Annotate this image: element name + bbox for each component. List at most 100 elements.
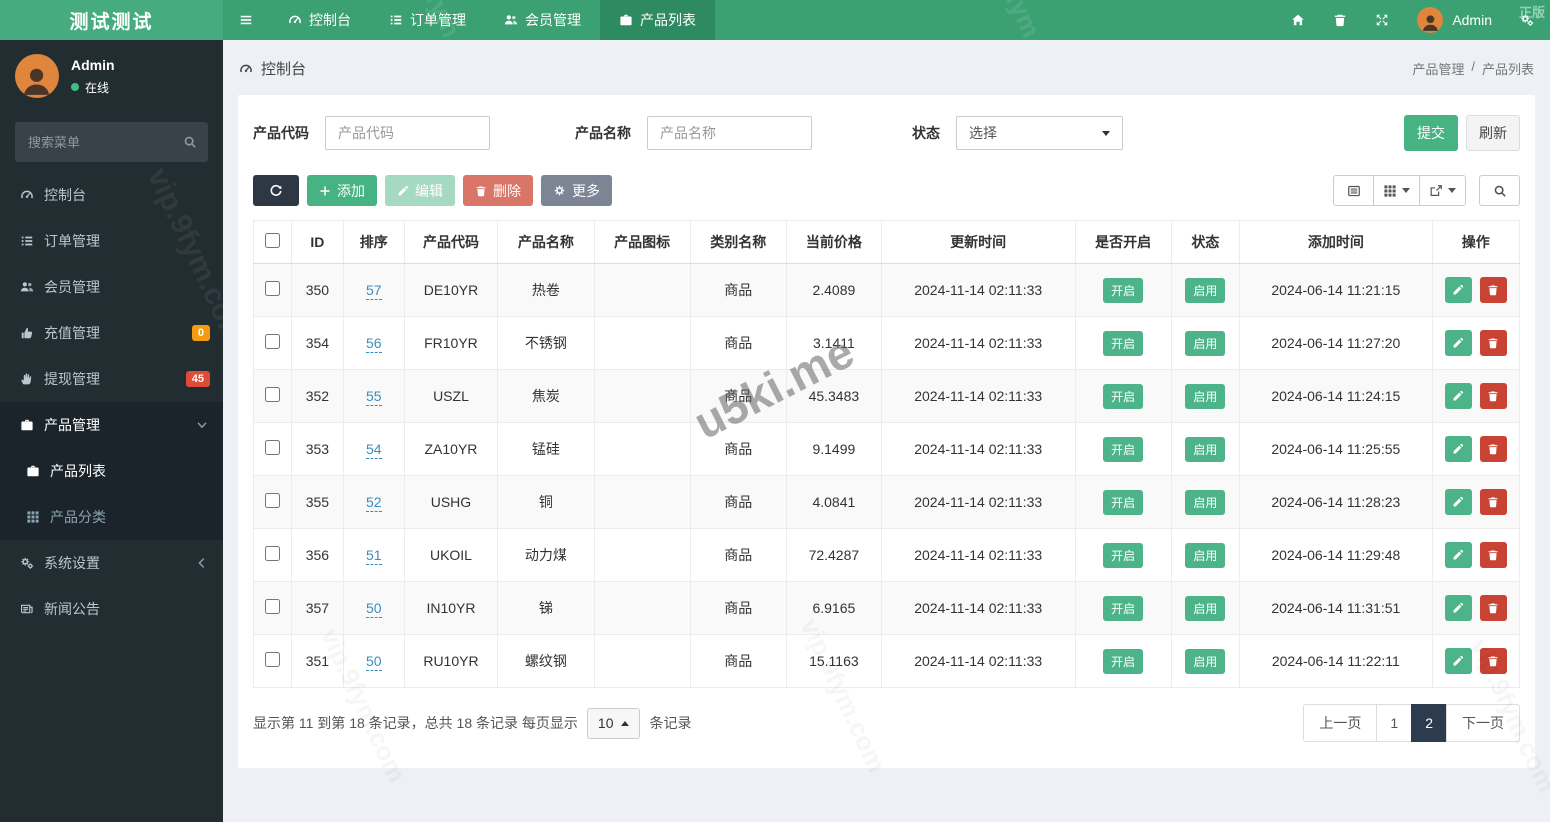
sort-link[interactable]: 56: [365, 335, 382, 353]
columns-button[interactable]: [1373, 175, 1420, 206]
column-header[interactable]: 类别名称: [689, 220, 787, 264]
row-checkbox[interactable]: [264, 440, 280, 455]
fullscreen-button[interactable]: [1361, 0, 1403, 40]
delete-button[interactable]: 删除: [463, 175, 533, 206]
row-checkbox[interactable]: [264, 334, 280, 349]
submit-button[interactable]: 提交: [1404, 115, 1458, 151]
sidebar-item[interactable]: 产品管理: [0, 402, 223, 448]
next-page-button[interactable]: 下一页: [1446, 704, 1520, 742]
breadcrumb-item[interactable]: 产品列表: [1482, 59, 1534, 78]
pencil-icon: [1452, 443, 1464, 455]
sort-link[interactable]: 51: [365, 547, 382, 565]
top-nav-item[interactable]: 会员管理: [485, 0, 600, 40]
column-header[interactable]: 产品代码: [403, 220, 499, 264]
edit-row-button[interactable]: [1444, 436, 1472, 462]
sidebar-toggle-button[interactable]: [223, 0, 269, 40]
sort-link[interactable]: 52: [365, 494, 382, 512]
sort-link[interactable]: 50: [365, 600, 382, 618]
column-header[interactable]: 操作: [1431, 220, 1521, 264]
delete-row-button[interactable]: [1479, 277, 1507, 303]
row-checkbox[interactable]: [264, 387, 280, 402]
edit-button[interactable]: 编辑: [385, 175, 455, 206]
sidebar-item[interactable]: 订单管理: [0, 218, 223, 264]
column-header[interactable]: 是否开启: [1074, 220, 1172, 264]
delete-row-button[interactable]: [1479, 595, 1507, 621]
edit-row-button[interactable]: [1444, 542, 1472, 568]
sidebar-menu: 控制台 订单管理 会员管理 充值管理 0 提现管理 45 产品管理 产品列表 产…: [0, 172, 223, 632]
select-all-checkbox[interactable]: [264, 233, 280, 248]
home-button[interactable]: [1277, 0, 1319, 40]
row-checkbox[interactable]: [264, 652, 280, 667]
export-button[interactable]: [1419, 175, 1466, 206]
sort-link[interactable]: 54: [365, 441, 382, 459]
delete-row-button[interactable]: [1479, 436, 1507, 462]
top-nav-item[interactable]: 控制台: [269, 0, 370, 40]
row-checkbox[interactable]: [264, 281, 280, 296]
sidebar-item[interactable]: 产品分类: [0, 494, 223, 540]
sidebar-item[interactable]: 系统设置: [0, 540, 223, 586]
sort-link[interactable]: 57: [365, 282, 382, 300]
sidebar-item[interactable]: 充值管理 0: [0, 310, 223, 356]
sidebar-item[interactable]: 提现管理 45: [0, 356, 223, 402]
top-nav-item[interactable]: 订单管理: [370, 0, 485, 40]
table-search-button[interactable]: [1479, 175, 1520, 206]
status-badge: 启用: [1185, 489, 1226, 515]
column-header[interactable]: 产品名称: [497, 220, 595, 264]
column-header[interactable]: 添加时间: [1239, 220, 1433, 264]
page-button-2[interactable]: 2: [1411, 704, 1447, 742]
edit-row-button[interactable]: [1444, 330, 1472, 356]
page-size-select[interactable]: 10: [586, 707, 641, 739]
sort-link[interactable]: 55: [365, 388, 382, 406]
column-header[interactable]: 当前价格: [785, 220, 882, 264]
delete-row-button[interactable]: [1479, 542, 1507, 568]
sort-link[interactable]: 50: [365, 653, 382, 671]
top-nav-item[interactable]: 产品列表: [600, 0, 715, 40]
product-code-input[interactable]: [325, 116, 490, 150]
user-name: Admin: [1452, 12, 1492, 28]
row-checkbox[interactable]: [264, 546, 280, 561]
delete-row-button[interactable]: [1479, 648, 1507, 674]
briefcase-icon: [26, 464, 40, 478]
delete-row-button[interactable]: [1479, 330, 1507, 356]
reload-table-button[interactable]: [253, 175, 299, 206]
add-button[interactable]: 添加: [307, 175, 377, 206]
refresh-button[interactable]: 刷新: [1466, 115, 1520, 151]
cell-product-name: 锰硅: [497, 422, 595, 476]
prev-page-button[interactable]: 上一页: [1303, 704, 1378, 742]
page-button-1[interactable]: 1: [1376, 704, 1413, 742]
product-name-input[interactable]: [647, 116, 812, 150]
edit-row-button[interactable]: [1444, 489, 1472, 515]
row-checkbox[interactable]: [264, 493, 280, 508]
trash-button[interactable]: [1319, 0, 1361, 40]
sidebar-item[interactable]: 产品列表: [0, 448, 223, 494]
settings-button[interactable]: [1506, 0, 1548, 40]
cell-product-code: FR10YR: [403, 316, 499, 370]
cogs-icon: [1520, 13, 1534, 27]
sidebar-user-status[interactable]: 在线: [71, 79, 115, 96]
search-icon[interactable]: [183, 135, 197, 149]
sidebar-user-panel: Admin 在线: [0, 40, 223, 108]
column-header[interactable]: 状态: [1170, 220, 1241, 264]
column-header[interactable]: 更新时间: [880, 220, 1076, 264]
status-select[interactable]: 选择: [956, 116, 1123, 150]
brand-title[interactable]: 测试测试: [0, 0, 223, 40]
sidebar-item[interactable]: 控制台: [0, 172, 223, 218]
cell-added-time: 2024-06-14 11:27:20: [1239, 316, 1433, 370]
delete-row-button[interactable]: [1479, 383, 1507, 409]
sidebar-item[interactable]: 新闻公告: [0, 586, 223, 632]
row-checkbox[interactable]: [264, 599, 280, 614]
delete-row-button[interactable]: [1479, 489, 1507, 515]
edit-row-button[interactable]: [1444, 277, 1472, 303]
breadcrumb-item[interactable]: 产品管理: [1412, 59, 1464, 78]
sidebar-item[interactable]: 会员管理: [0, 264, 223, 310]
column-header[interactable]: 产品图标: [593, 220, 691, 264]
more-button[interactable]: 更多: [541, 175, 612, 206]
paging-toggle-button[interactable]: [1333, 175, 1374, 206]
search-input[interactable]: [15, 122, 208, 162]
column-header[interactable]: 排序: [342, 220, 405, 264]
user-menu[interactable]: Admin: [1403, 7, 1506, 33]
edit-row-button[interactable]: [1444, 595, 1472, 621]
edit-row-button[interactable]: [1444, 648, 1472, 674]
column-header[interactable]: ID: [290, 220, 344, 264]
edit-row-button[interactable]: [1444, 383, 1472, 409]
